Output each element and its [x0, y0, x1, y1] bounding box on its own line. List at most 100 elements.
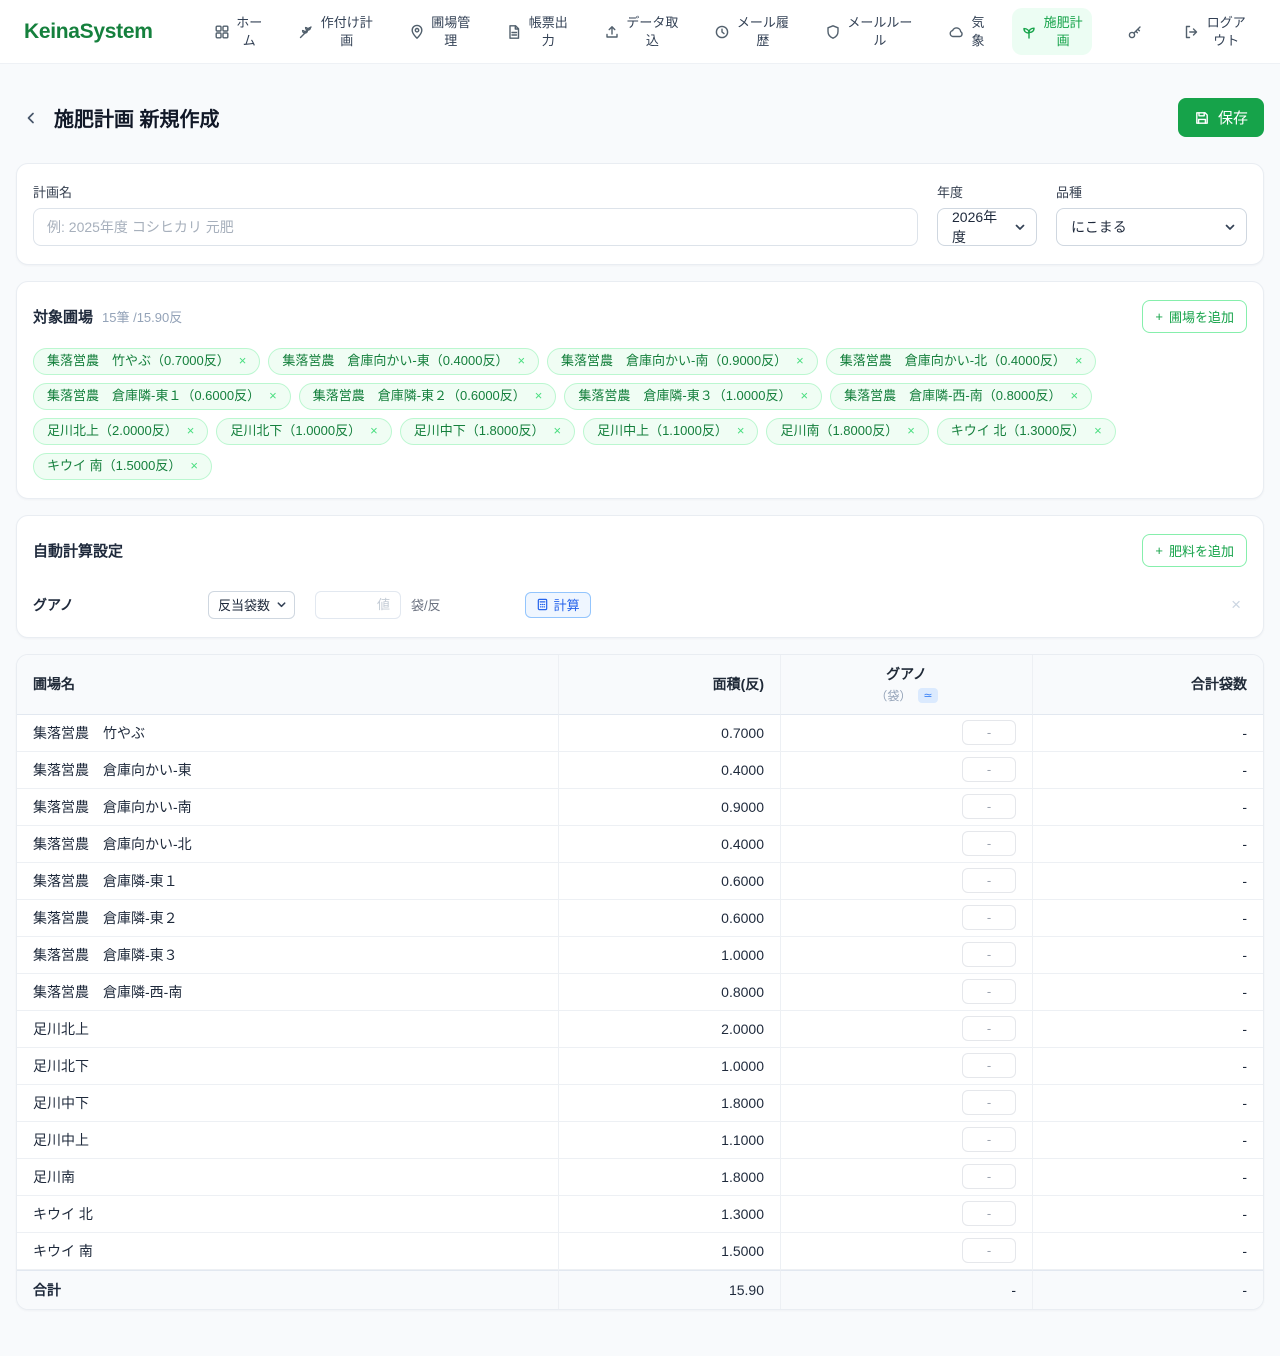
plan-name-input[interactable]: [33, 208, 918, 246]
fertilizer-cell: [780, 1233, 1032, 1270]
guano-bags-input[interactable]: [962, 1201, 1016, 1226]
area-cell: 1.3000: [558, 1196, 780, 1233]
guano-bags-input[interactable]: [962, 1164, 1016, 1189]
save-icon: [1194, 110, 1210, 126]
row-total-cell: -: [1032, 826, 1263, 863]
area-cell: 0.9000: [558, 789, 780, 826]
calc-method-select[interactable]: 反当袋数: [208, 591, 295, 619]
logout-icon: [1183, 24, 1199, 40]
field-name-cell: 集落営農 倉庫隣-西-南: [17, 974, 558, 1011]
field-chip: 集落営農 竹やぶ（0.7000反） ×: [33, 348, 260, 375]
fertilizer-cell: [780, 1048, 1032, 1085]
field-chip: 足川南（1.8000反） ×: [766, 418, 928, 445]
guano-bags-input[interactable]: [962, 1127, 1016, 1152]
row-total-cell: -: [1032, 1122, 1263, 1159]
row-total-cell: -: [1032, 1196, 1263, 1233]
area-cell: 0.7000: [558, 715, 780, 752]
variety-select[interactable]: にこまる: [1056, 208, 1247, 246]
target-fields-title: 対象圃場: [33, 306, 93, 327]
guano-bags-input[interactable]: [962, 1016, 1016, 1041]
nav-item[interactable]: 気象: [939, 8, 995, 55]
target-fields-count: 15筆 /15.90反: [102, 307, 182, 326]
fertilizer-cell: [780, 1011, 1032, 1048]
fertilizer-cell: [780, 937, 1032, 974]
nav-menu: ホーム 作付け計画 圃場管理 帳票出力 データ取込: [205, 8, 1093, 55]
add-fertilizer-button[interactable]: + 肥料を追加: [1142, 534, 1247, 567]
year-label: 年度: [937, 182, 1037, 201]
fertilizer-cell: [780, 974, 1032, 1011]
chip-remove-icon[interactable]: ×: [239, 353, 247, 370]
chip-remove-icon[interactable]: ×: [1070, 388, 1078, 405]
area-cell: 1.0000: [558, 1048, 780, 1085]
year-select[interactable]: 2026年度: [937, 208, 1037, 246]
area-cell: 0.8000: [558, 974, 780, 1011]
guano-bags-input[interactable]: [962, 1053, 1016, 1078]
rounding-badge[interactable]: ≃: [918, 688, 937, 703]
row-total-cell: -: [1032, 1159, 1263, 1196]
chip-remove-icon[interactable]: ×: [187, 423, 195, 440]
chevron-left-icon: [23, 110, 39, 126]
nav-item[interactable]: データ取込: [595, 8, 688, 55]
chip-remove-icon[interactable]: ×: [907, 423, 915, 440]
chip-remove-icon[interactable]: ×: [800, 388, 808, 405]
pin-icon: [409, 24, 425, 40]
chip-remove-icon[interactable]: ×: [269, 388, 277, 405]
guano-bags-input[interactable]: [962, 905, 1016, 930]
remove-fertilizer-button[interactable]: ×: [1225, 595, 1247, 615]
guano-bags-input[interactable]: [962, 757, 1016, 782]
add-field-button[interactable]: + 圃場を追加: [1142, 300, 1247, 333]
fertilizer-cell: [780, 1196, 1032, 1233]
nav-item[interactable]: ホーム: [205, 8, 272, 55]
fields-table-card: 圃場名 面積(反) グアノ （袋） ≃ 合計袋数 集落営農 竹やぶ 0.7000…: [16, 654, 1264, 1310]
field-name-cell: 集落営農 竹やぶ: [17, 715, 558, 752]
chip-remove-icon[interactable]: ×: [796, 353, 804, 370]
guano-bags-input[interactable]: [962, 794, 1016, 819]
field-chip: 集落営農 倉庫隣-東２（0.6000反） ×: [299, 383, 557, 410]
calculate-button[interactable]: 計算: [525, 592, 591, 618]
back-button[interactable]: [16, 103, 46, 133]
guano-bags-input[interactable]: [962, 979, 1016, 1004]
guano-bags-input[interactable]: [962, 720, 1016, 745]
field-chip: 集落営農 倉庫向かい-南（0.9000反） ×: [547, 348, 818, 375]
chip-remove-icon[interactable]: ×: [1075, 353, 1083, 370]
guano-bags-input[interactable]: [962, 1090, 1016, 1115]
field-chip: 集落営農 倉庫隣-東３（1.0000反） ×: [564, 383, 822, 410]
nav-item[interactable]: メール履歴: [705, 8, 798, 55]
chip-remove-icon[interactable]: ×: [737, 423, 745, 440]
area-cell: 0.4000: [558, 752, 780, 789]
shield-icon: [825, 24, 841, 40]
area-cell: 1.8000: [558, 1159, 780, 1196]
nav-item[interactable]: 圃場管理: [400, 8, 480, 55]
nav-item[interactable]: メールルール: [816, 8, 922, 55]
guano-bags-input[interactable]: [962, 831, 1016, 856]
api-key-button[interactable]: [1118, 18, 1152, 46]
guano-bags-input[interactable]: [962, 868, 1016, 893]
calc-value-input[interactable]: [315, 591, 401, 619]
guano-bags-input[interactable]: [962, 1238, 1016, 1263]
row-total-cell: -: [1032, 1233, 1263, 1270]
calculator-icon: [536, 598, 549, 611]
nav-item[interactable]: 作付け計画: [289, 8, 382, 55]
total-label-cell: 合計: [17, 1270, 558, 1309]
chip-remove-icon[interactable]: ×: [517, 353, 525, 370]
document-icon: [506, 24, 522, 40]
save-button[interactable]: 保存: [1178, 98, 1264, 137]
logout-button[interactable]: ログアウト: [1174, 8, 1256, 55]
fertilizer-cell: [780, 863, 1032, 900]
field-name-cell: 集落営農 倉庫向かい-北: [17, 826, 558, 863]
field-chip: キウイ 南（1.5000反） ×: [33, 453, 212, 480]
fertilizer-cell: [780, 789, 1032, 826]
plan-form-card: 計画名 年度 2026年度 品種 にこまる: [16, 163, 1264, 265]
chip-remove-icon[interactable]: ×: [535, 388, 543, 405]
chip-remove-icon[interactable]: ×: [553, 423, 561, 440]
nav-item[interactable]: 施肥計画: [1012, 8, 1092, 55]
fertilizer-cell: [780, 715, 1032, 752]
fertilizer-calc-row: グアノ 反当袋数 袋/反 計算 ×: [33, 591, 1247, 619]
chip-remove-icon[interactable]: ×: [370, 423, 378, 440]
guano-bags-input[interactable]: [962, 942, 1016, 967]
chip-remove-icon[interactable]: ×: [190, 458, 198, 475]
chip-remove-icon[interactable]: ×: [1094, 423, 1102, 440]
area-cell: 1.0000: [558, 937, 780, 974]
history-icon: [714, 24, 730, 40]
nav-item[interactable]: 帳票出力: [497, 8, 577, 55]
